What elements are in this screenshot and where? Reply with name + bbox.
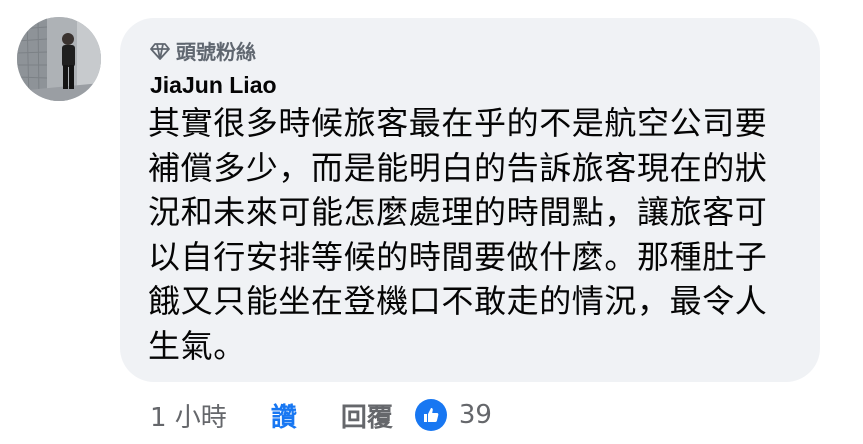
reply-button[interactable]: 回覆 [341, 397, 393, 434]
comment-actions: 1 小時 讚 回覆 39 [150, 395, 492, 435]
diamond-icon [150, 42, 170, 60]
comment-author[interactable]: JiaJun Liao [150, 72, 277, 99]
reaction-count: 39 [458, 400, 492, 430]
thumbs-up-icon [414, 399, 447, 431]
avatar-photo [17, 17, 101, 101]
reaction-summary[interactable]: 39 [414, 399, 492, 431]
top-fan-badge[interactable]: 頭號粉絲 [150, 36, 256, 65]
comment-timestamp[interactable]: 1 小時 [150, 397, 227, 434]
comment-text: 其實很多時候旅客最在乎的不是航空公司要 補償多少，而是能明白的告訴旅客現在的狀 … [148, 104, 768, 365]
badge-label: 頭號粉絲 [176, 40, 256, 64]
avatar[interactable] [17, 17, 101, 101]
comment: 頭號粉絲 JiaJun Liao 其實很多時候旅客最在乎的不是航空公司要 補償多… [0, 0, 863, 444]
comment-bubble: 頭號粉絲 JiaJun Liao 其實很多時候旅客最在乎的不是航空公司要 補償多… [120, 18, 820, 382]
like-button[interactable]: 讚 [271, 397, 297, 434]
